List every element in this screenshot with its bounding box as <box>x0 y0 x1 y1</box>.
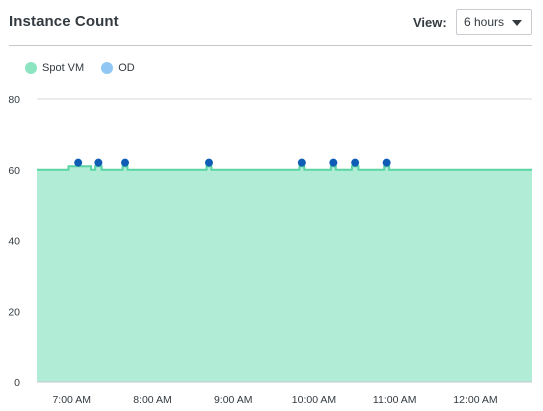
instance-count-chart: 0 20 40 60 80 7:00 AM 8:00 AM 9:00 AM 10:00 AM 11… <box>8 94 532 406</box>
y-tick-label-60: 60 <box>8 165 20 177</box>
instance-count-panel: Instance Count View: 6 hours Spot VM OD … <box>0 0 543 411</box>
spot-vm-area <box>37 166 532 382</box>
y-tick-label-40: 40 <box>8 236 20 248</box>
y-tick-label-20: 20 <box>8 306 20 318</box>
y-tick-label-0: 0 <box>14 377 20 389</box>
od-point <box>121 158 130 167</box>
x-tick-label: 9:00 AM <box>214 394 253 406</box>
x-tick-label: 11:00 AM <box>373 394 417 406</box>
od-point <box>297 158 306 167</box>
od-point <box>94 158 103 167</box>
x-tick-label: 10:00 AM <box>292 394 336 406</box>
x-tick-label: 8:00 AM <box>133 394 172 406</box>
x-tick-label: 7:00 AM <box>52 394 91 406</box>
spot-vm-line <box>37 165 532 171</box>
od-point <box>382 158 391 167</box>
od-point <box>74 158 83 167</box>
od-point <box>329 158 338 167</box>
od-point <box>351 158 360 167</box>
y-tick-label-80: 80 <box>8 94 20 106</box>
x-tick-label: 12:00 AM <box>453 394 497 406</box>
od-point <box>204 158 213 167</box>
